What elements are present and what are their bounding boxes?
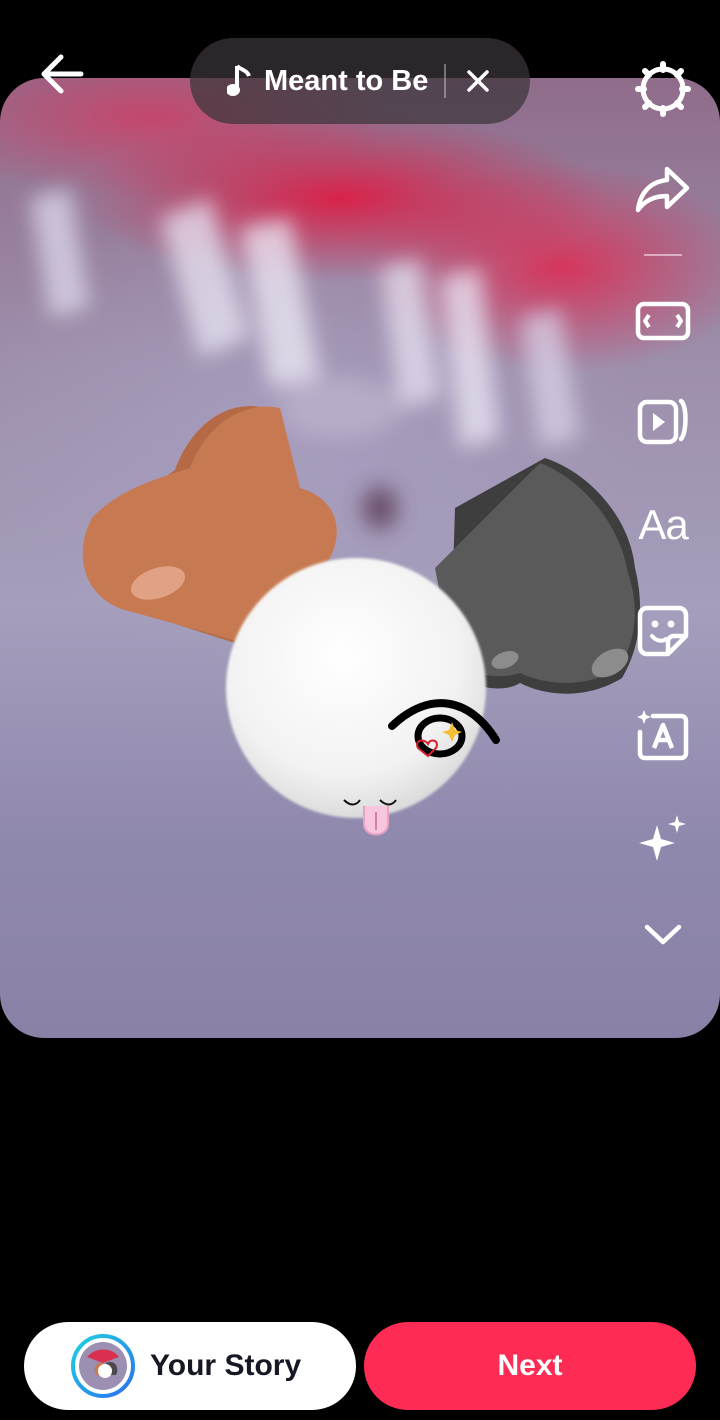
top-bar: Meant to Be [0, 0, 720, 140]
music-note-icon [224, 61, 254, 101]
text-tool[interactable]: Aa [630, 492, 696, 558]
background-blur [30, 188, 580, 530]
next-button[interactable]: Next [364, 1322, 696, 1410]
toolbar-divider [644, 254, 682, 256]
next-label: Next [497, 1349, 563, 1382]
share-arrow-icon[interactable] [630, 156, 696, 222]
arrow-left-icon[interactable] [36, 50, 88, 98]
avatar [70, 1333, 136, 1399]
your-story-button[interactable]: Your Story [24, 1322, 356, 1410]
video-templates-icon[interactable] [630, 388, 696, 454]
pill-divider [444, 64, 447, 98]
your-story-label: Your Story [150, 1349, 302, 1382]
sticker-icon[interactable] [630, 598, 696, 664]
side-toolbar: Aa [620, 50, 710, 970]
bottom-bar: Your Story Next [0, 1322, 720, 1412]
music-title: Meant to Be [264, 64, 429, 97]
auto-caption-icon[interactable] [630, 702, 696, 768]
text-tool-label: Aa [638, 501, 688, 548]
aspect-ratio-icon[interactable] [630, 288, 696, 354]
sparkle-effects-icon[interactable] [630, 806, 696, 872]
preview-scene [30, 188, 641, 836]
settings-gear-icon[interactable] [630, 56, 696, 122]
music-selector[interactable]: Meant to Be [190, 38, 530, 124]
close-icon[interactable] [464, 67, 492, 95]
chevron-down-icon[interactable] [630, 902, 696, 968]
video-preview[interactable] [0, 78, 720, 1038]
